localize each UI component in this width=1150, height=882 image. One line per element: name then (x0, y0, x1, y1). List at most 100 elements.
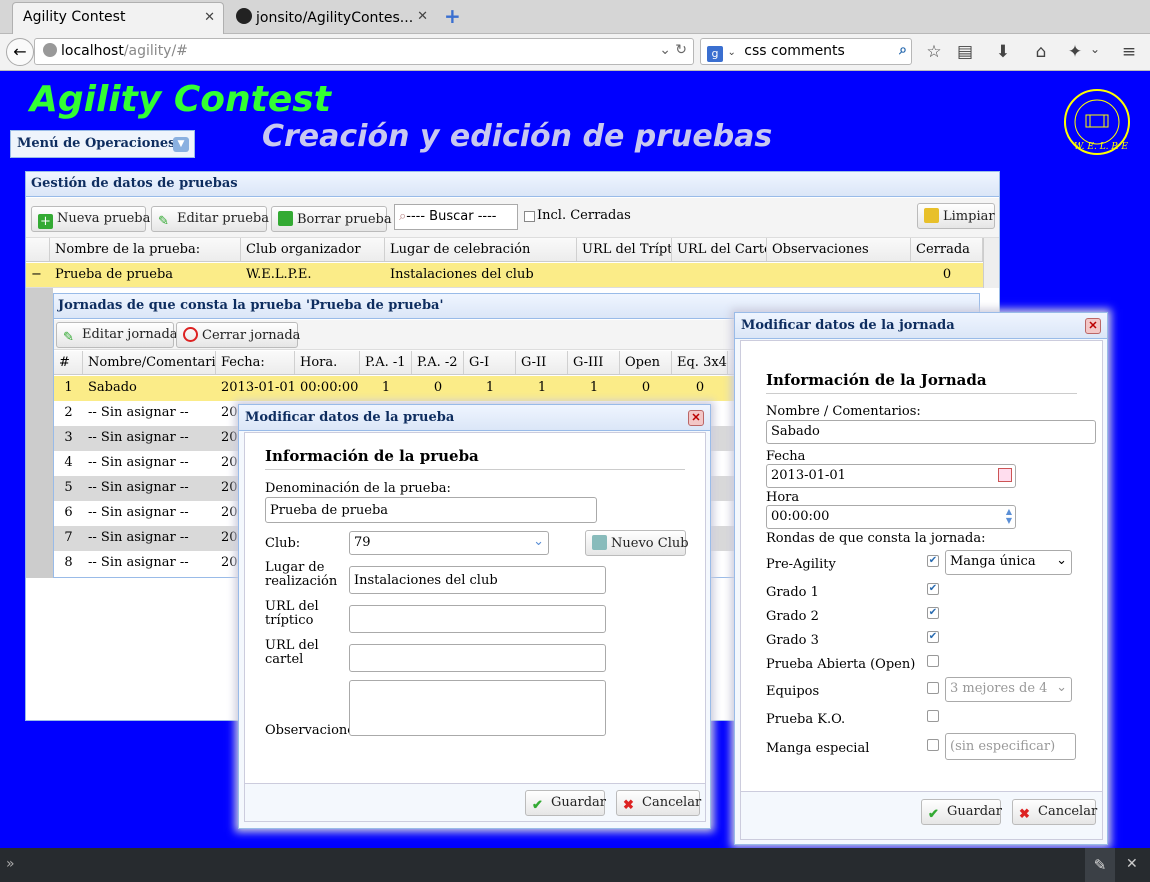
browser-tab-agility[interactable]: Agility Contest ✕ (12, 2, 224, 34)
scrollbar[interactable] (983, 238, 999, 288)
hamburger-menu-icon[interactable]: ≡ (1118, 42, 1140, 62)
browser-tab-bar: Agility Contest ✕ jonsito/AgilityContes.… (0, 0, 1150, 34)
table-row[interactable]: − Prueba de prueba W.E.L.P.E. Instalacio… (26, 263, 983, 288)
column-header[interactable]: P.A. -2 (412, 351, 464, 374)
edit-jornada-button[interactable]: ✎ Editar jornada (56, 322, 178, 348)
extension-icon[interactable]: ✦ (1064, 42, 1086, 62)
column-header[interactable]: Nombre/Comentario (83, 351, 216, 374)
close-jornada-button[interactable]: Cerrar jornada (176, 322, 301, 348)
prueba-name-input[interactable]: Prueba de prueba (265, 497, 597, 523)
section-title: Información de la prueba (265, 447, 685, 470)
name-label: Denominación de la prueba: (265, 481, 451, 496)
button-label: Nuevo Club (611, 536, 689, 551)
close-tab-icon[interactable]: ✕ (417, 9, 428, 24)
column-header[interactable]: # (54, 351, 83, 374)
operations-menu-button[interactable]: Menú de Operaciones ▼ (10, 130, 195, 158)
column-header[interactable]: Observaciones (767, 238, 911, 261)
cell-name: -- Sin asignar -- (88, 430, 189, 445)
button-label: Cerrar jornada (202, 328, 301, 343)
round-label: Manga especial (766, 741, 870, 756)
column-header[interactable]: Eq. 3x4 (672, 351, 728, 374)
column-header[interactable]: Fecha: (216, 351, 295, 374)
grado2-checkbox[interactable]: ✔ (927, 607, 939, 619)
url-bar[interactable]: localhost/agility/# ⌄ ↻ (34, 38, 694, 65)
browser-tab-github[interactable]: jonsito/AgilityContes... ✕ (226, 2, 436, 34)
save-button[interactable]: ✔ Guardar (921, 799, 1002, 825)
button-label: Limpiar (943, 209, 995, 224)
search-icon[interactable]: ⌕ (899, 42, 907, 58)
reload-icon[interactable]: ↻ (675, 42, 687, 58)
wrench-icon[interactable]: ✎ (1085, 848, 1115, 882)
especial-input[interactable]: (sin especificar) (945, 733, 1076, 760)
back-icon[interactable]: ← (6, 38, 34, 66)
page-content: Agility Contest Creación y edición de pr… (0, 71, 1150, 848)
cell-name: -- Sin asignar -- (88, 530, 189, 545)
column-header[interactable]: G-III (568, 351, 620, 374)
equipos-select[interactable]: 3 mejores de 4 ⌄ (945, 677, 1072, 702)
jornada-name-input[interactable]: Sabado (766, 420, 1096, 444)
expander-header (26, 238, 50, 261)
grado3-checkbox[interactable]: ✔ (927, 631, 939, 643)
club-select[interactable]: 79 ⌄ (349, 531, 549, 555)
grado1-checkbox[interactable]: ✔ (927, 583, 939, 595)
search-input[interactable]: css comments (744, 43, 845, 59)
observaciones-textarea[interactable] (349, 680, 606, 736)
new-tab-icon[interactable]: + (444, 4, 461, 28)
triptico-url-input[interactable] (349, 605, 606, 633)
column-header[interactable]: Nombre de la prueba: (50, 238, 241, 261)
edit-prueba-dialog: Modificar datos de la prueba ✕ Informaci… (238, 404, 711, 829)
chevron-down-icon[interactable]: ⌄ (659, 42, 671, 58)
clear-button[interactable]: Limpiar (917, 203, 995, 229)
detail-gutter (26, 288, 53, 578)
preagility-checkbox[interactable]: ✔ (927, 555, 939, 567)
place-input[interactable]: Instalaciones del club (349, 566, 606, 594)
delete-prueba-button[interactable]: Borrar prueba (271, 206, 392, 232)
bookmark-star-icon[interactable]: ☆ (923, 42, 945, 62)
spinner-icon[interactable]: ▲ ▼ (1006, 507, 1012, 525)
chevron-down-icon[interactable]: ⌄ (1084, 42, 1106, 56)
cancel-button[interactable]: ✖ Cancelar (1012, 799, 1097, 825)
calendar-icon[interactable] (998, 468, 1012, 482)
pruebas-grid-header: Nombre de la prueba: Club organizador Lu… (26, 238, 983, 262)
column-header[interactable]: Open (620, 351, 672, 374)
cell-number: 5 (64, 480, 73, 495)
close-icon[interactable]: ✕ (1085, 318, 1101, 334)
close-icon[interactable]: ✕ (688, 410, 704, 426)
home-icon[interactable]: ⌂ (1030, 42, 1052, 62)
edit-prueba-button[interactable]: ✎ Editar prueba (151, 206, 269, 232)
round-label: Prueba K.O. (766, 712, 846, 727)
include-closed-checkbox[interactable] (524, 211, 535, 222)
column-header[interactable]: Lugar de celebración (385, 238, 577, 261)
cancel-button[interactable]: ✖ Cancelar (616, 790, 701, 816)
especial-checkbox[interactable] (927, 739, 939, 751)
column-header[interactable]: URL del Carte (672, 238, 767, 261)
new-prueba-button[interactable]: + Nueva prueba (31, 206, 150, 232)
column-header[interactable]: URL del Trípti (577, 238, 672, 261)
close-tab-icon[interactable]: ✕ (204, 10, 215, 25)
ko-checkbox[interactable] (927, 710, 939, 722)
chevron-down-icon: ▼ (173, 137, 189, 152)
eraser-icon (924, 208, 939, 223)
download-icon[interactable]: ⬇ (992, 42, 1014, 62)
cell-time: 00:00:00 (300, 380, 359, 395)
cartel-url-input[interactable] (349, 644, 606, 672)
column-header[interactable]: Hora. (295, 351, 360, 374)
search-prueba-input[interactable]: ⌕---- Buscar ---- (394, 204, 518, 230)
save-button[interactable]: ✔ Guardar (525, 790, 606, 816)
new-club-button[interactable]: Nuevo Club (585, 530, 689, 556)
equipos-checkbox[interactable] (927, 682, 939, 694)
reading-list-icon[interactable]: ▤ (954, 42, 976, 62)
date-input[interactable]: 2013-01-01 (766, 464, 1016, 488)
search-box[interactable]: g ⌄ css comments ⌕ (700, 38, 912, 65)
expander-toggle[interactable]: − (26, 263, 50, 287)
console-prompt-icon[interactable]: » (6, 856, 15, 872)
close-icon[interactable]: ✕ (1126, 856, 1138, 872)
preagility-select[interactable]: Manga única ⌄ (945, 550, 1072, 575)
open-checkbox[interactable] (927, 655, 939, 667)
column-header[interactable]: G-II (516, 351, 568, 374)
column-header[interactable]: Cerrada (911, 238, 983, 261)
column-header[interactable]: Club organizador (241, 238, 385, 261)
time-input[interactable]: 00:00:00 ▲ ▼ (766, 505, 1016, 529)
column-header[interactable]: G-I (464, 351, 516, 374)
column-header[interactable]: P.A. -1 (360, 351, 412, 374)
